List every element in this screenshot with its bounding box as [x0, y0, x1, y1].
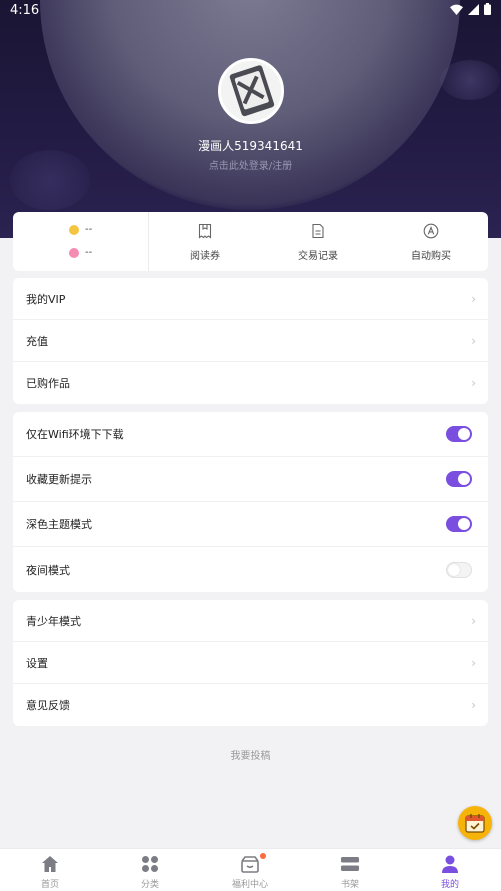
avatar-image-icon — [221, 61, 281, 121]
auto-buy-label: 自动购买 — [411, 251, 451, 262]
login-hint[interactable]: 点击此处登录/注册 — [0, 157, 501, 172]
tab-category[interactable]: 分类 — [100, 849, 200, 891]
wifi-icon — [450, 4, 463, 15]
toggle-knob — [458, 473, 470, 485]
chevron-right-icon: › — [471, 698, 476, 712]
menu-item-purchased[interactable]: 已购作品 › — [13, 362, 488, 404]
checkin-button[interactable] — [458, 806, 492, 840]
toggle-knob — [448, 563, 460, 576]
setting-label: 深色主题模式 — [26, 518, 92, 531]
menu-item-label: 我的VIP — [26, 292, 66, 306]
setting-wifi-download: 仅在Wifi环境下下载 — [13, 412, 488, 457]
setting-update-notify: 收藏更新提示 — [13, 457, 488, 502]
auto-buy-icon — [423, 223, 439, 239]
user-icon — [442, 855, 458, 873]
notification-dot — [260, 853, 266, 859]
account-menu: 我的VIP › 充值 › 已购作品 › — [13, 278, 488, 404]
balance-row: -- — [69, 224, 92, 235]
tab-welfare[interactable]: 福利中心 — [200, 849, 300, 891]
setting-label: 仅在Wifi环境下下载 — [26, 428, 124, 441]
menu-item-teen-mode[interactable]: 青少年模式 › — [13, 600, 488, 642]
auto-buy-button[interactable]: 自动购买 — [376, 212, 486, 271]
menu-item-settings[interactable]: 设置 › — [13, 642, 488, 684]
reading-ticket-button[interactable]: 阅读券 — [150, 212, 260, 271]
bookshelf-icon — [341, 857, 359, 871]
gold-coin-icon — [69, 224, 79, 235]
menu-item-label: 设置 — [26, 656, 48, 670]
setting-dark-theme: 深色主题模式 — [13, 502, 488, 547]
balance-row: -- — [69, 247, 92, 258]
username[interactable]: 漫画人519341641 — [0, 137, 501, 154]
more-menu: 青少年模式 › 设置 › 意见反馈 › — [13, 600, 488, 726]
home-icon — [42, 856, 58, 872]
signal-icon — [468, 3, 479, 15]
dark-theme-toggle[interactable] — [446, 516, 472, 532]
battery-icon — [484, 3, 491, 15]
calendar-checkin-icon — [465, 814, 485, 833]
submit-work-link[interactable]: 我要投稿 — [0, 747, 501, 762]
menu-item-label: 青少年模式 — [26, 614, 81, 628]
balance-value: -- — [85, 247, 93, 258]
tab-home[interactable]: 首页 — [0, 849, 100, 891]
status-bar: 4:16 — [0, 0, 501, 22]
profile-header: 4:16 漫画人519341641 点击此处登录/注册 — [0, 0, 501, 238]
tab-label: 书架 — [340, 880, 359, 890]
setting-label: 收藏更新提示 — [26, 473, 92, 486]
tab-label: 首页 — [40, 880, 59, 890]
settings-toggles-card: 仅在Wifi环境下下载 收藏更新提示 深色主题模式 夜间模式 — [13, 412, 488, 592]
chevron-right-icon: › — [471, 291, 476, 306]
toggle-knob — [458, 518, 470, 530]
menu-item-label: 充值 — [26, 334, 48, 348]
menu-item-label: 意见反馈 — [26, 699, 70, 712]
bottom-tab-bar: 首页 分类 福利中心 书架 我的 — [0, 848, 501, 891]
menu-item-feedback[interactable]: 意见反馈 › — [13, 684, 488, 726]
wifi-download-toggle[interactable] — [446, 426, 472, 442]
avatar[interactable] — [218, 58, 284, 124]
chevron-right-icon: › — [471, 613, 476, 628]
balance-value: -- — [85, 224, 93, 235]
tab-label: 我的 — [440, 880, 459, 890]
chevron-right-icon: › — [471, 655, 476, 670]
setting-label: 夜间模式 — [26, 563, 70, 577]
status-time: 4:16 — [10, 3, 40, 18]
chevron-right-icon: › — [471, 333, 476, 348]
tab-label: 分类 — [140, 880, 159, 890]
transaction-record-label: 交易记录 — [298, 251, 338, 262]
menu-item-label: 已购作品 — [26, 377, 70, 390]
reading-ticket-label: 阅读券 — [190, 251, 220, 262]
document-icon — [312, 223, 324, 239]
toggle-knob — [458, 428, 470, 440]
setting-night-mode: 夜间模式 — [13, 547, 488, 592]
balance-panel[interactable]: -- -- — [13, 212, 149, 271]
ticket-icon — [198, 223, 212, 239]
night-mode-toggle[interactable] — [446, 561, 472, 578]
quick-actions-card: -- -- 阅读券 交易记录 自动购买 — [13, 212, 488, 271]
chevron-right-icon: › — [471, 376, 476, 390]
menu-item-recharge[interactable]: 充值 › — [13, 320, 488, 362]
gift-icon — [241, 856, 259, 873]
header-glow — [440, 60, 500, 100]
tab-mine[interactable]: 我的 — [400, 849, 500, 891]
transaction-record-button[interactable]: 交易记录 — [263, 212, 373, 271]
update-notify-toggle[interactable] — [446, 471, 472, 487]
status-icons — [450, 3, 491, 15]
menu-item-vip[interactable]: 我的VIP › — [13, 278, 488, 320]
pink-coin-icon — [69, 247, 79, 258]
grid-icon — [142, 856, 158, 872]
tab-bookshelf[interactable]: 书架 — [300, 849, 400, 891]
tab-label: 福利中心 — [231, 880, 268, 890]
